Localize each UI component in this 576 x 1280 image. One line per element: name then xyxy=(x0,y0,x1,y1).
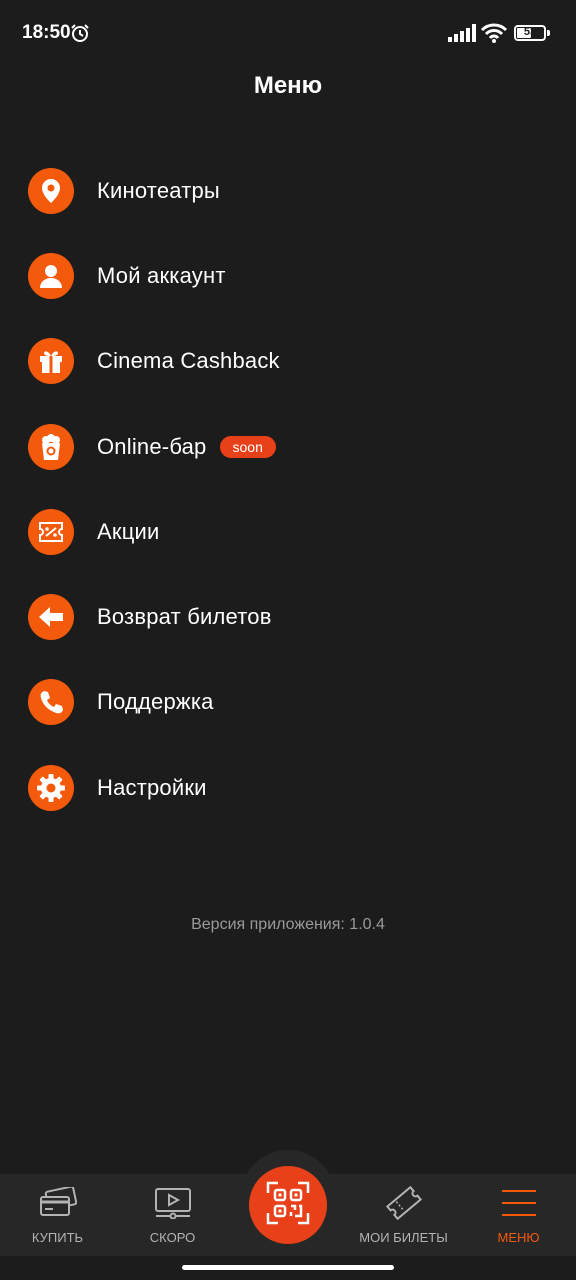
soon-badge: soon xyxy=(219,435,276,458)
menu-item-cashback[interactable]: Cinema Cashback xyxy=(0,319,576,404)
qr-code-icon xyxy=(266,1181,310,1230)
video-play-icon xyxy=(154,1186,192,1220)
discount-ticket-icon xyxy=(28,508,74,555)
status-bar: 18:50 53 xyxy=(0,0,576,68)
signal-icon xyxy=(448,24,476,47)
tab-buy[interactable]: КУПИТЬ xyxy=(0,1174,115,1256)
gear-icon xyxy=(28,764,74,811)
wifi-icon xyxy=(480,22,508,49)
tab-label: МЕНЮ xyxy=(497,1230,540,1245)
menu-item-label: Настройки xyxy=(97,774,207,800)
location-pin-icon xyxy=(28,167,74,214)
hamburger-menu-icon xyxy=(500,1186,538,1220)
menu-item-label: Возврат билетов xyxy=(97,604,272,630)
menu-item-cinemas[interactable]: Кинотеатры xyxy=(0,148,576,233)
battery-tip xyxy=(547,30,550,36)
menu-item-support[interactable]: Поддержка xyxy=(0,660,576,745)
gift-icon xyxy=(28,338,74,385)
menu-item-label: Акции xyxy=(97,518,160,544)
qr-scan-button[interactable] xyxy=(249,1166,327,1244)
tab-label: КУПИТЬ xyxy=(31,1230,84,1245)
menu-item-label: Online-бар xyxy=(97,433,207,459)
ticket-icon xyxy=(385,1186,423,1220)
menu-item-promotions[interactable]: Акции xyxy=(0,489,576,574)
arrow-left-icon xyxy=(28,594,74,641)
tab-label: СКОРО xyxy=(149,1230,196,1245)
tab-label: МОИ БИЛЕТЫ xyxy=(359,1230,448,1245)
credit-cards-icon xyxy=(39,1186,77,1220)
menu-item-account[interactable]: Мой аккаунт xyxy=(0,233,576,318)
home-indicator xyxy=(182,1265,394,1270)
user-icon xyxy=(28,252,74,299)
menu-item-online-bar[interactable]: Online-бар soon xyxy=(0,404,576,489)
menu-item-settings[interactable]: Настройки xyxy=(0,745,576,830)
menu-list: Кинотеатры Мой аккаунт Cinema Cashback O… xyxy=(0,148,576,830)
battery-level: 53 xyxy=(523,26,537,38)
tab-menu[interactable]: МЕНЮ xyxy=(461,1174,576,1256)
menu-item-ticket-refund[interactable]: Возврат билетов xyxy=(0,574,576,659)
menu-item-label: Поддержка xyxy=(97,689,214,715)
battery-icon: 53 xyxy=(514,25,546,41)
menu-item-label: Мой аккаунт xyxy=(97,262,226,288)
menu-item-label: Кинотеатры xyxy=(97,177,220,203)
phone-icon xyxy=(28,679,74,726)
app-version: Версия приложения: 1.0.4 xyxy=(191,916,385,933)
tab-coming-soon[interactable]: СКОРО xyxy=(115,1174,230,1256)
popcorn-icon xyxy=(28,423,74,470)
page-title: Меню xyxy=(253,72,323,99)
alarm-icon xyxy=(70,23,90,48)
menu-item-label: Cinema Cashback xyxy=(97,348,280,374)
tab-my-tickets[interactable]: МОИ БИЛЕТЫ xyxy=(346,1174,461,1256)
status-time: 18:50 xyxy=(22,22,71,43)
